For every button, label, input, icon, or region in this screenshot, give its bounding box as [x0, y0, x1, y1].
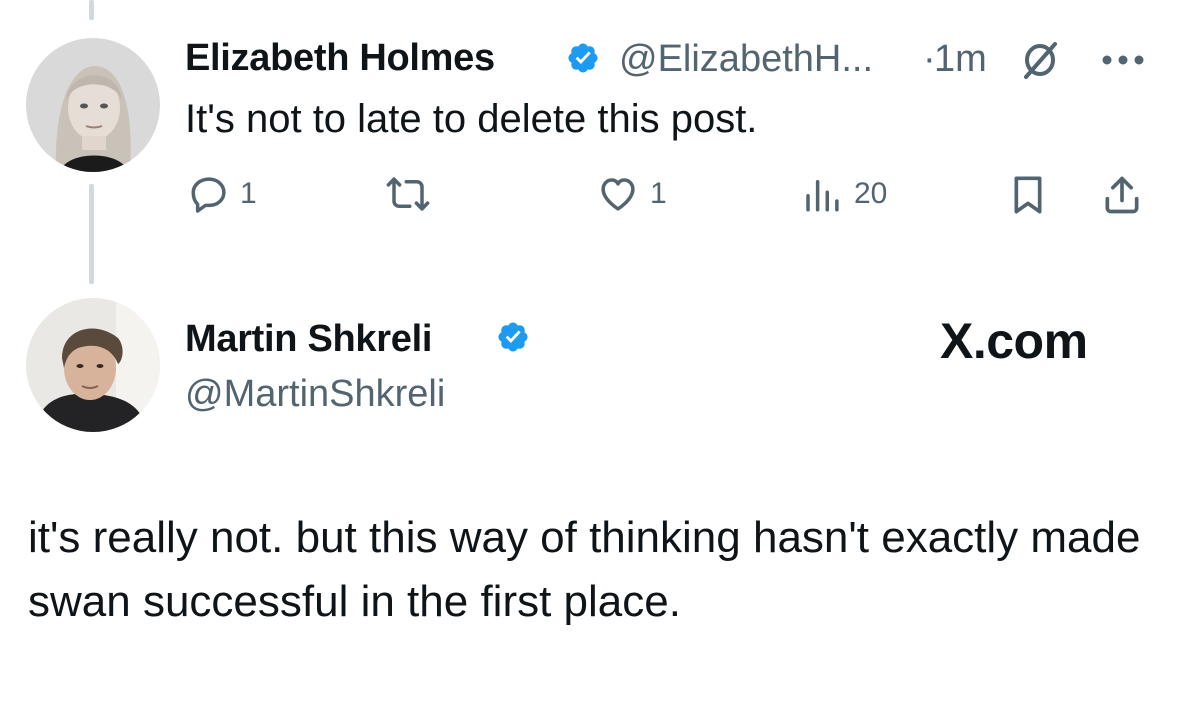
repost-icon — [386, 177, 430, 211]
thread-line-bottom — [89, 184, 94, 284]
like-button[interactable]: 1 — [596, 173, 667, 215]
heart-icon — [601, 178, 635, 211]
post-text: It's not to late to delete this post. — [185, 97, 758, 141]
repost-button[interactable] — [385, 173, 441, 215]
views-button[interactable]: 20 — [800, 173, 887, 215]
reply-author-handle[interactable]: @MartinShkreli — [185, 373, 445, 416]
reply-count: 1 — [240, 177, 257, 210]
like-count: 1 — [650, 177, 667, 210]
analytics-icon — [806, 180, 839, 212]
thread-line-top — [89, 0, 94, 20]
verified-badge-icon — [568, 43, 598, 73]
grok-icon[interactable] — [1018, 40, 1062, 80]
x-com-watermark: X.com — [940, 313, 1088, 369]
share-icon[interactable] — [1100, 173, 1144, 217]
reply-icon — [191, 177, 226, 213]
reply-button[interactable]: 1 — [188, 173, 257, 215]
avatar-martin-shkreli[interactable] — [26, 298, 160, 432]
more-horizontal-icon[interactable] — [1100, 53, 1146, 67]
timestamp[interactable]: 1m — [934, 38, 987, 81]
view-count: 20 — [854, 177, 888, 210]
bookmark-icon[interactable] — [1008, 173, 1048, 217]
avatar-elizabeth-holmes[interactable] — [26, 38, 160, 172]
author-handle[interactable]: @ElizabethH... — [619, 38, 873, 81]
verified-badge-icon — [498, 322, 528, 352]
author-name[interactable]: Elizabeth Holmes — [185, 37, 495, 80]
reply-text: it's really not. but this way of thinkin… — [28, 513, 1141, 626]
reply-author-name[interactable]: Martin Shkreli — [185, 318, 432, 361]
